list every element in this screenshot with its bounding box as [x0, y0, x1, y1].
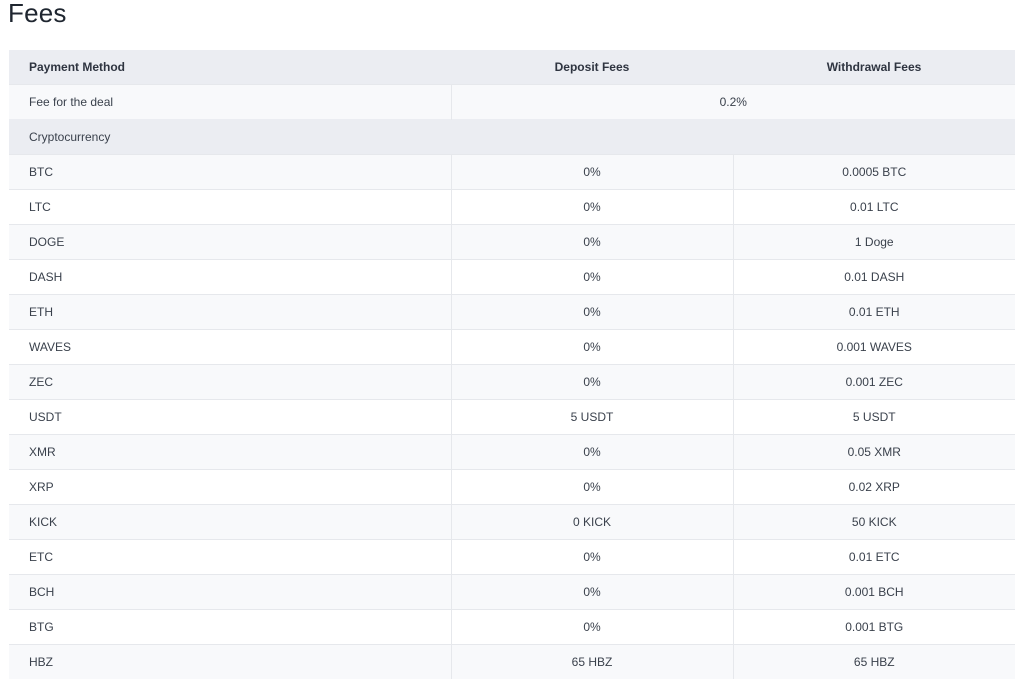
table-row: USDT5 USDT5 USDT — [9, 400, 1015, 435]
table-row: DOGE0%1 Doge — [9, 225, 1015, 260]
deposit-fee-cell: 0% — [451, 540, 733, 575]
currency-cell: USDT — [9, 400, 451, 435]
withdrawal-fee-cell: 0.05 XMR — [733, 435, 1015, 470]
withdrawal-fee-cell: 0.001 ZEC — [733, 365, 1015, 400]
deposit-fee-cell: 0% — [451, 575, 733, 610]
currency-cell: XRP — [9, 470, 451, 505]
table-row: ETH0%0.01 ETH — [9, 295, 1015, 330]
deposit-fee-cell: 0 KICK — [451, 505, 733, 540]
deposit-fee-cell: 0% — [451, 225, 733, 260]
deposit-fee-cell: 65 HBZ — [451, 645, 733, 679]
currency-cell: DASH — [9, 260, 451, 295]
table-row: HBZ65 HBZ65 HBZ — [9, 645, 1015, 679]
deposit-fee-cell: 0% — [451, 260, 733, 295]
page-title: Fees — [8, 0, 67, 30]
withdrawal-fee-cell: 0.01 LTC — [733, 190, 1015, 225]
withdrawal-fee-cell: 0.01 DASH — [733, 260, 1015, 295]
table-row: ZEC0%0.001 ZEC — [9, 365, 1015, 400]
table-row: ETC0%0.01 ETC — [9, 540, 1015, 575]
withdrawal-fee-cell: 0.001 WAVES — [733, 330, 1015, 365]
table-row: WAVES0%0.001 WAVES — [9, 330, 1015, 365]
table-row: KICK0 KICK50 KICK — [9, 505, 1015, 540]
table-row: BCH0%0.001 BCH — [9, 575, 1015, 610]
currency-cell: XMR — [9, 435, 451, 470]
header-row: Payment Method Deposit Fees Withdrawal F… — [9, 50, 1015, 85]
withdrawal-fee-cell: 0.01 ETC — [733, 540, 1015, 575]
currency-cell: ETH — [9, 295, 451, 330]
withdrawal-fee-cell: 0.01 ETH — [733, 295, 1015, 330]
section-row-cryptocurrency: Cryptocurrency — [9, 120, 1015, 155]
deposit-fee-cell: 0% — [451, 610, 733, 645]
table-body: Fee for the deal 0.2% Cryptocurrency BTC… — [9, 85, 1015, 679]
header-deposit-fees: Deposit Fees — [451, 50, 733, 85]
withdrawal-fee-cell: 1 Doge — [733, 225, 1015, 260]
deposit-fee-cell: 0% — [451, 295, 733, 330]
currency-cell: ZEC — [9, 365, 451, 400]
table-row: LTC0%0.01 LTC — [9, 190, 1015, 225]
table-row: DASH0%0.01 DASH — [9, 260, 1015, 295]
deposit-fee-cell: 0% — [451, 330, 733, 365]
deposit-fee-cell: 0% — [451, 365, 733, 400]
table-header: Payment Method Deposit Fees Withdrawal F… — [9, 50, 1015, 85]
currency-cell: LTC — [9, 190, 451, 225]
currency-cell: DOGE — [9, 225, 451, 260]
currency-cell: WAVES — [9, 330, 451, 365]
deposit-fee-cell: 0% — [451, 435, 733, 470]
deal-fee-row: Fee for the deal 0.2% — [9, 85, 1015, 120]
withdrawal-fee-cell: 5 USDT — [733, 400, 1015, 435]
currency-cell: BTG — [9, 610, 451, 645]
currency-cell: BTC — [9, 155, 451, 190]
withdrawal-fee-cell: 50 KICK — [733, 505, 1015, 540]
table-row: XMR0%0.05 XMR — [9, 435, 1015, 470]
withdrawal-fee-cell: 0.02 XRP — [733, 470, 1015, 505]
table-row: BTC0%0.0005 BTC — [9, 155, 1015, 190]
currency-cell: ETC — [9, 540, 451, 575]
deposit-fee-cell: 0% — [451, 190, 733, 225]
header-withdrawal-fees: Withdrawal Fees — [733, 50, 1015, 85]
header-payment-method: Payment Method — [9, 50, 451, 85]
deposit-fee-cell: 0% — [451, 470, 733, 505]
withdrawal-fee-cell: 0.0005 BTC — [733, 155, 1015, 190]
withdrawal-fee-cell: 0.001 BCH — [733, 575, 1015, 610]
deal-fee-label: Fee for the deal — [9, 85, 451, 120]
withdrawal-fee-cell: 0.001 BTG — [733, 610, 1015, 645]
fees-table: Payment Method Deposit Fees Withdrawal F… — [9, 50, 1015, 679]
section-label: Cryptocurrency — [9, 120, 1015, 155]
withdrawal-fee-cell: 65 HBZ — [733, 645, 1015, 679]
deal-fee-value: 0.2% — [451, 85, 1015, 120]
currency-cell: HBZ — [9, 645, 451, 679]
currency-cell: BCH — [9, 575, 451, 610]
currency-cell: KICK — [9, 505, 451, 540]
deposit-fee-cell: 0% — [451, 155, 733, 190]
table-row: BTG0%0.001 BTG — [9, 610, 1015, 645]
deposit-fee-cell: 5 USDT — [451, 400, 733, 435]
table-row: XRP0%0.02 XRP — [9, 470, 1015, 505]
